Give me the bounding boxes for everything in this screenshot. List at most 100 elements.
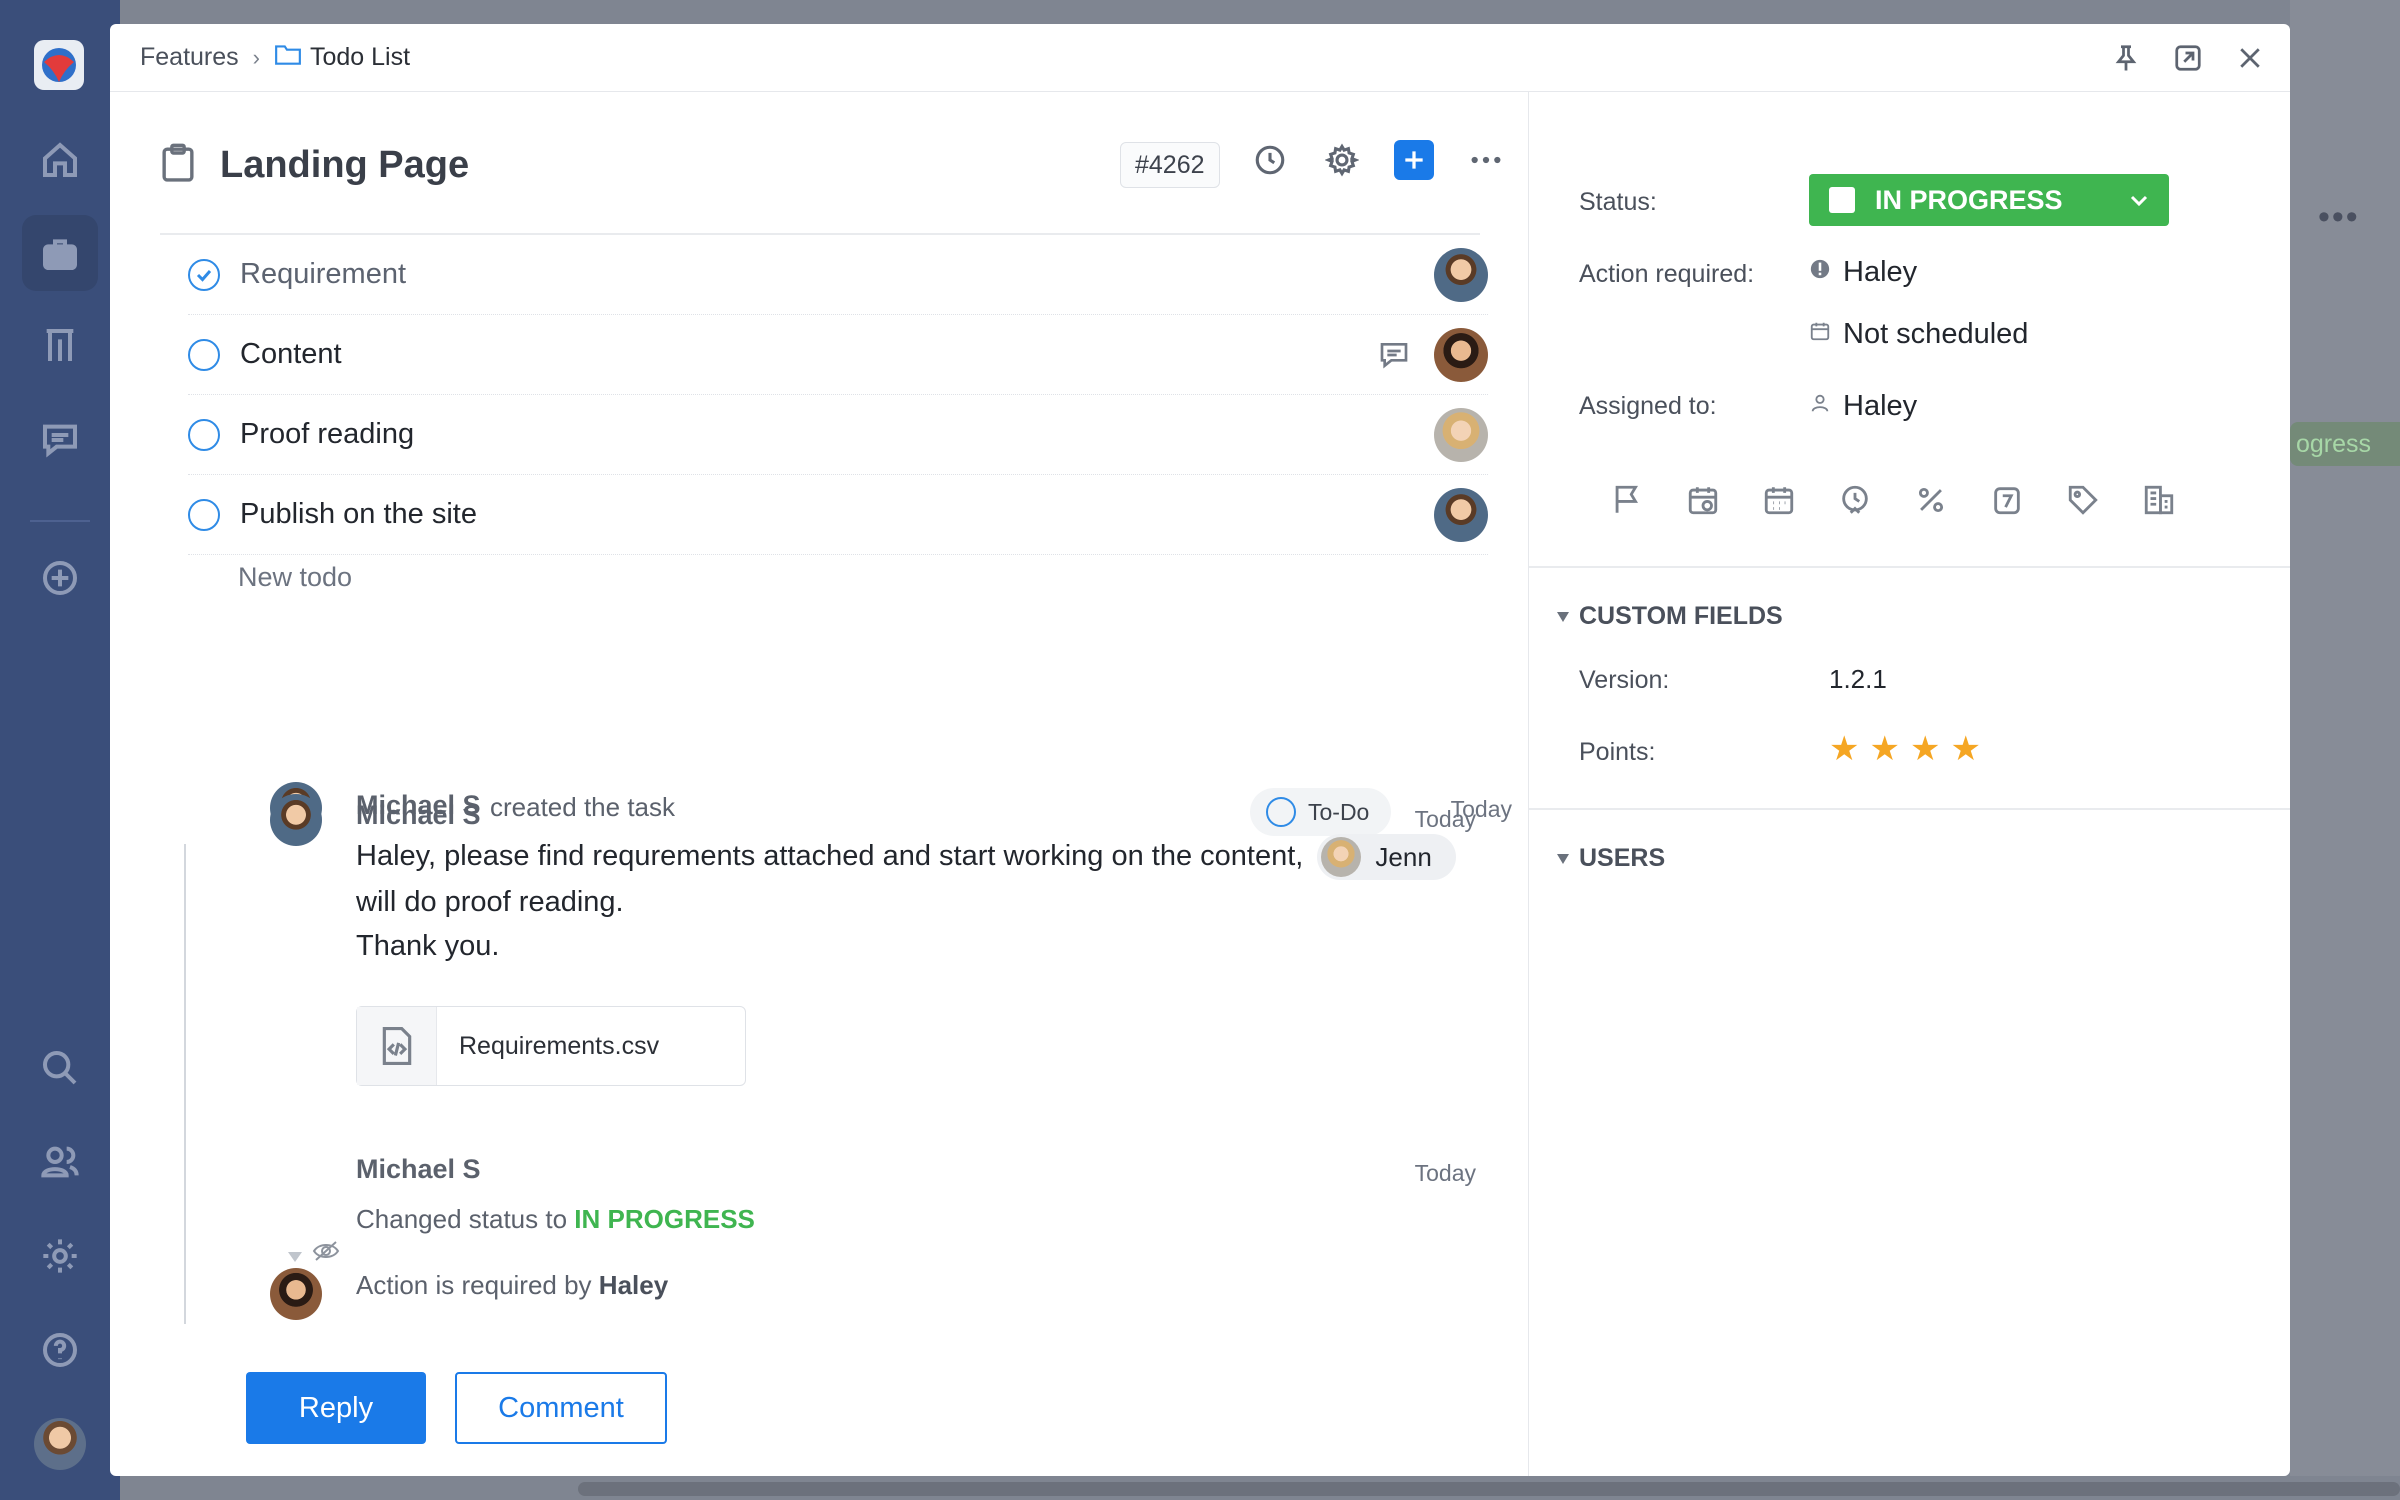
calendar-grid-icon[interactable] xyxy=(1761,482,1797,518)
search-icon[interactable] xyxy=(36,1044,84,1092)
add-button[interactable] xyxy=(1394,140,1434,180)
more-icon[interactable] xyxy=(1466,140,1506,180)
folder-icon xyxy=(274,42,310,73)
todo-checkbox[interactable] xyxy=(188,418,220,451)
assigned-user: Haley xyxy=(1843,390,1918,422)
users-icon[interactable] xyxy=(36,1138,84,1186)
action-required-value[interactable]: Haley xyxy=(1809,256,1917,289)
todo-checkbox[interactable] xyxy=(188,498,220,531)
clipboard-icon xyxy=(160,143,196,188)
open-external-icon[interactable] xyxy=(2168,38,2208,78)
mention-avatar xyxy=(1321,837,1362,878)
status-change-text: Changed status to IN PROGRESS xyxy=(356,1204,755,1235)
settings-icon[interactable] xyxy=(36,1232,84,1280)
custom-fields-title: CUSTOM FIELDS xyxy=(1579,602,1783,630)
app-sidebar xyxy=(0,0,120,1500)
percent-icon[interactable] xyxy=(1913,482,1949,518)
person-icon xyxy=(1809,390,1843,423)
action-required-user: Haley xyxy=(598,1270,669,1300)
pin-icon[interactable] xyxy=(2106,38,2146,78)
todo-status-chip[interactable]: To-Do xyxy=(1250,788,1392,836)
collapse-triangle-icon xyxy=(1557,853,1569,864)
custom-fields-header[interactable]: CUSTOM FIELDS xyxy=(1557,602,1783,631)
chat-icon[interactable] xyxy=(36,416,84,464)
star-icon[interactable]: ★ xyxy=(1910,732,1940,766)
todo-item[interactable]: Requirement xyxy=(188,235,1488,315)
version-label: Version: xyxy=(1579,666,1670,694)
header-actions xyxy=(2106,38,2270,78)
code-file-icon xyxy=(357,1007,437,1085)
breadcrumb-parent[interactable]: Features xyxy=(140,43,239,72)
alert-icon xyxy=(1809,256,1843,289)
points-rating[interactable]: ★ ★ ★ ★ xyxy=(1829,732,1981,766)
star-icon[interactable]: ★ xyxy=(1950,732,1980,766)
feed-action-text: created the task xyxy=(490,792,675,822)
close-icon[interactable] xyxy=(2230,38,2270,78)
feed-date: Today xyxy=(1414,1160,1476,1186)
todo-list: Requirement Content Proof reading Publis… xyxy=(188,235,1488,555)
message-text-continued: will do proof reading. xyxy=(356,886,624,919)
horizontal-scrollbar[interactable] xyxy=(578,1482,2400,1496)
todo-status-icon xyxy=(1266,797,1296,827)
calendar-clock-icon[interactable] xyxy=(1685,482,1721,518)
clock-icon[interactable] xyxy=(1250,140,1290,180)
action-required-prefix: Action is required by xyxy=(356,1270,592,1300)
status-color-swatch xyxy=(1829,187,1855,213)
task-title[interactable]: Landing Page xyxy=(220,144,469,187)
points-label: Points: xyxy=(1579,738,1656,766)
todo-label: Publish on the site xyxy=(240,498,477,530)
schedule-value[interactable]: Not scheduled xyxy=(1809,318,2028,351)
time-tracking-icon[interactable] xyxy=(1837,482,1873,518)
gear-icon[interactable] xyxy=(1322,140,1362,180)
section-divider xyxy=(1529,566,2290,568)
todo-item[interactable]: Publish on the site xyxy=(188,475,1488,555)
feed-avatar xyxy=(270,794,322,846)
message-thanks: Thank you. xyxy=(356,930,500,963)
assignee-avatar[interactable] xyxy=(1434,248,1488,302)
building-icon[interactable] xyxy=(2141,482,2177,518)
chevron-down-icon xyxy=(2127,188,2151,219)
todo-item[interactable]: Proof reading xyxy=(188,395,1488,475)
assignee-avatar[interactable] xyxy=(1434,408,1488,462)
assignee-avatar[interactable] xyxy=(1434,328,1488,382)
assignee-avatar[interactable] xyxy=(1434,488,1488,542)
tools-icon[interactable] xyxy=(36,322,84,370)
estimate-cards-icon[interactable] xyxy=(1989,482,2025,518)
todo-item[interactable]: Content xyxy=(188,315,1488,395)
feed-avatar xyxy=(270,1268,322,1320)
mention-chip[interactable]: Jenn xyxy=(1317,834,1456,881)
todo-checkbox[interactable] xyxy=(188,338,220,371)
users-title: USERS xyxy=(1579,844,1666,872)
attachment-file[interactable]: Requirements.csv xyxy=(356,1006,746,1086)
modal-header: Features › Todo List xyxy=(110,24,2290,92)
users-header[interactable]: USERS xyxy=(1557,844,1665,873)
comment-button[interactable]: Comment xyxy=(455,1372,667,1444)
breadcrumb-separator: › xyxy=(252,44,260,70)
reply-button[interactable]: Reply xyxy=(246,1372,426,1444)
eye-hidden-icon[interactable] xyxy=(312,1240,340,1267)
sidebar-divider xyxy=(30,520,90,522)
new-todo-input[interactable]: New todo xyxy=(238,562,352,593)
status-dropdown[interactable]: IN PROGRESS xyxy=(1809,174,2169,226)
version-value[interactable]: 1.2.1 xyxy=(1829,664,1887,695)
task-id-badge[interactable]: #4262 xyxy=(1120,142,1220,188)
action-required-label: Action required: xyxy=(1579,260,1755,288)
app-logo[interactable] xyxy=(34,40,84,90)
collapse-triangle-icon xyxy=(1557,611,1569,622)
briefcase-icon[interactable] xyxy=(36,229,84,277)
help-icon[interactable] xyxy=(36,1326,84,1374)
comment-icon[interactable] xyxy=(1378,339,1410,376)
breadcrumb-current[interactable]: Todo List xyxy=(310,43,410,72)
add-icon[interactable] xyxy=(36,554,84,602)
status-change-prefix: Changed status to xyxy=(356,1204,568,1234)
attachment-name: Requirements.csv xyxy=(459,1031,660,1060)
star-icon[interactable]: ★ xyxy=(1829,732,1859,766)
flag-icon[interactable] xyxy=(1609,482,1645,518)
home-icon[interactable] xyxy=(36,136,84,184)
todo-label: Requirement xyxy=(240,258,407,290)
user-avatar[interactable] xyxy=(34,1418,86,1470)
star-icon[interactable]: ★ xyxy=(1869,732,1899,766)
tag-icon[interactable] xyxy=(2065,482,2101,518)
assigned-value[interactable]: Haley xyxy=(1809,390,1917,423)
todo-checked-icon[interactable] xyxy=(188,258,220,291)
